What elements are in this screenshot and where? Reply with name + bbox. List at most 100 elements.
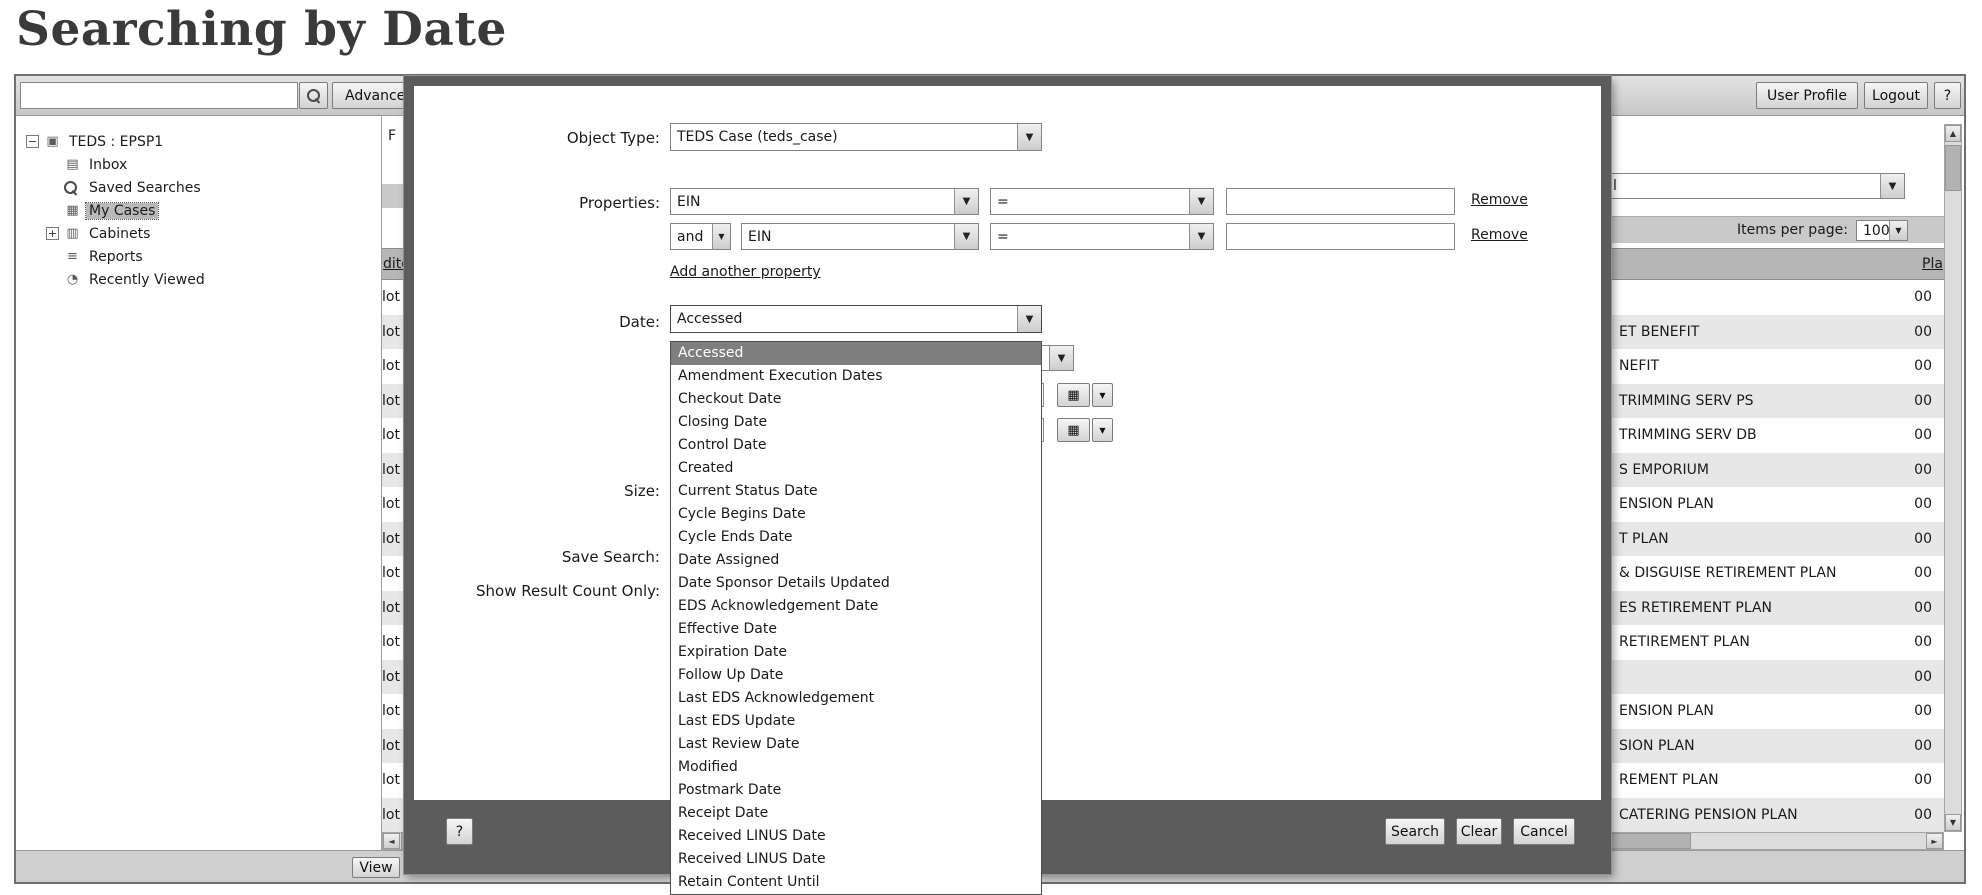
table-row[interactable]: S EMPORIUM 00	[1611, 453, 1944, 488]
tree-item[interactable]: ◔ Recently Viewed	[46, 268, 381, 291]
dialog-clear-button[interactable]: Clear	[1456, 818, 1502, 845]
table-row-fragment[interactable]: lot e	[382, 729, 404, 764]
scroll-down-button[interactable]: ▼	[1945, 814, 1961, 831]
table-row[interactable]: NEFIT 00	[1611, 349, 1944, 384]
remove-property-link[interactable]: Remove	[1471, 192, 1528, 208]
results-filter-dropdown[interactable]: l ▼	[1606, 173, 1905, 199]
table-row-fragment[interactable]: lot e	[382, 453, 404, 488]
table-row-fragment[interactable]: lot e	[382, 384, 404, 419]
date-option[interactable]: Effective Date	[671, 618, 1041, 641]
date-option[interactable]: Retain Content Until	[671, 871, 1041, 894]
collapse-icon[interactable]: −	[26, 135, 39, 148]
add-property-link[interactable]: Add another property	[670, 264, 821, 280]
dropdown-arrow-button[interactable]: ▼	[1189, 224, 1213, 249]
property-field-dropdown[interactable]: EIN ▼	[741, 223, 979, 250]
tree-item[interactable]: + ▥ Cabinets	[46, 222, 381, 245]
date-option[interactable]: Date Sponsor Details Updated	[671, 572, 1041, 595]
user-profile-button[interactable]: User Profile	[1756, 82, 1858, 109]
table-row[interactable]: CATERING PENSION PLAN 00	[1611, 798, 1944, 833]
date-option[interactable]: Expiration Date	[671, 641, 1041, 664]
tree-item[interactable]: ▤ Inbox	[46, 153, 381, 176]
expand-icon[interactable]: +	[46, 227, 59, 240]
property-operator-dropdown[interactable]: = ▼	[990, 223, 1214, 250]
dialog-cancel-button[interactable]: Cancel	[1513, 818, 1575, 845]
date-option[interactable]: EDS Acknowledgement Date	[671, 595, 1041, 618]
dropdown-arrow-button[interactable]: ▼	[1189, 189, 1213, 214]
table-row-fragment[interactable]: lot e	[382, 487, 404, 522]
scroll-left-button[interactable]: ◄	[383, 833, 400, 849]
property-value-input[interactable]	[1226, 188, 1455, 215]
table-row[interactable]: T PLAN 00	[1611, 522, 1944, 557]
table-row[interactable]: REMENT PLAN 00	[1611, 763, 1944, 798]
items-per-page-dropdown[interactable]: 100 ▼	[1856, 220, 1908, 241]
date-option[interactable]: Receipt Date	[671, 802, 1041, 825]
help-button[interactable]: ?	[1934, 82, 1961, 109]
table-row[interactable]: ES RETIREMENT PLAN 00	[1611, 591, 1944, 626]
table-row[interactable]: SION PLAN 00	[1611, 729, 1944, 764]
table-row[interactable]: TRIMMING SERV DB 00	[1611, 418, 1944, 453]
object-type-dropdown[interactable]: TEDS Case (teds_case) ▼	[670, 123, 1042, 151]
table-row-fragment[interactable]: lot e	[382, 522, 404, 557]
logout-button[interactable]: Logout	[1864, 82, 1928, 109]
date-option[interactable]: Closing Date	[671, 411, 1041, 434]
date-option[interactable]: Cycle Ends Date	[671, 526, 1041, 549]
date-option[interactable]: Last EDS Update	[671, 710, 1041, 733]
date-option[interactable]: Last Review Date	[671, 733, 1041, 756]
dropdown-arrow-button[interactable]: ▼	[1889, 221, 1907, 240]
table-row-fragment[interactable]: lot e	[382, 315, 404, 350]
property-operator-dropdown[interactable]: = ▼	[990, 188, 1214, 215]
column-header-plan[interactable]: Pla	[1922, 256, 1943, 272]
view-button[interactable]: View	[352, 857, 400, 878]
table-row-fragment[interactable]: lot e	[382, 763, 404, 798]
table-row-fragment[interactable]: lot e	[382, 694, 404, 729]
date-option[interactable]: Checkout Date	[671, 388, 1041, 411]
date-option[interactable]: Received LINUS Date	[671, 848, 1041, 871]
date-from-calendar-button[interactable]: ▦	[1057, 383, 1090, 407]
tree-item[interactable]: Saved Searches	[46, 176, 381, 199]
dropdown-arrow-button[interactable]: ▼	[954, 224, 978, 249]
dropdown-arrow-button[interactable]: ▼	[1880, 174, 1904, 198]
remove-property-link[interactable]: Remove	[1471, 227, 1528, 243]
dropdown-arrow-button[interactable]: ▼	[1017, 124, 1041, 150]
table-row[interactable]: 00	[1611, 660, 1944, 695]
dropdown-arrow-button[interactable]: ▼	[712, 224, 730, 249]
date-option[interactable]: Date Assigned	[671, 549, 1041, 572]
date-option[interactable]: Received LINUS Date	[671, 825, 1041, 848]
table-row-fragment[interactable]: lot e	[382, 660, 404, 695]
table-row-fragment[interactable]: lot e	[382, 625, 404, 660]
date-option[interactable]: Follow Up Date	[671, 664, 1041, 687]
dropdown-arrow-button[interactable]: ▼	[1017, 306, 1041, 332]
date-option[interactable]: Cycle Begins Date	[671, 503, 1041, 526]
date-to-calendar-button[interactable]: ▦	[1057, 418, 1090, 442]
tree-item[interactable]: ≡ Reports	[46, 245, 381, 268]
date-option[interactable]: Amendment Execution Dates	[671, 365, 1041, 388]
vertical-scrollbar-thumb[interactable]	[1945, 145, 1961, 191]
dropdown-arrow-button[interactable]: ▼	[1049, 346, 1073, 370]
scroll-up-button[interactable]: ▲	[1945, 125, 1961, 142]
tree-item[interactable]: ▦ My Cases	[46, 199, 381, 222]
table-row-fragment[interactable]: lot e	[382, 280, 404, 315]
date-option[interactable]: Postmark Date	[671, 779, 1041, 802]
table-row-fragment[interactable]: lot e	[382, 591, 404, 626]
calendar-dropdown-button[interactable]: ▼	[1092, 418, 1113, 442]
tree-root[interactable]: − ▣ TEDS : EPSP1	[26, 130, 381, 153]
property-field-dropdown[interactable]: EIN ▼	[670, 188, 979, 215]
table-row-fragment[interactable]: lot e	[382, 418, 404, 453]
table-row[interactable]: RETIREMENT PLAN 00	[1611, 625, 1944, 660]
date-option[interactable]: Created	[671, 457, 1041, 480]
property-value-input[interactable]	[1226, 223, 1455, 250]
table-row[interactable]: ET BENEFIT 00	[1611, 315, 1944, 350]
date-option[interactable]: Control Date	[671, 434, 1041, 457]
date-option[interactable]: Modified	[671, 756, 1041, 779]
dropdown-arrow-button[interactable]: ▼	[954, 189, 978, 214]
table-row[interactable]: & DISGUISE RETIREMENT PLAN 00	[1611, 556, 1944, 591]
table-row[interactable]: ENSION PLAN 00	[1611, 487, 1944, 522]
dialog-help-button[interactable]: ?	[446, 818, 473, 845]
vertical-scrollbar[interactable]: ▲ ▼	[1944, 124, 1962, 832]
date-option[interactable]: Accessed	[671, 342, 1041, 365]
table-row[interactable]: ENSION PLAN 00	[1611, 694, 1944, 729]
search-input[interactable]	[20, 82, 298, 109]
date-option[interactable]: Last EDS Acknowledgement	[671, 687, 1041, 710]
date-option[interactable]: Current Status Date	[671, 480, 1041, 503]
table-row-fragment[interactable]: lot e	[382, 349, 404, 384]
